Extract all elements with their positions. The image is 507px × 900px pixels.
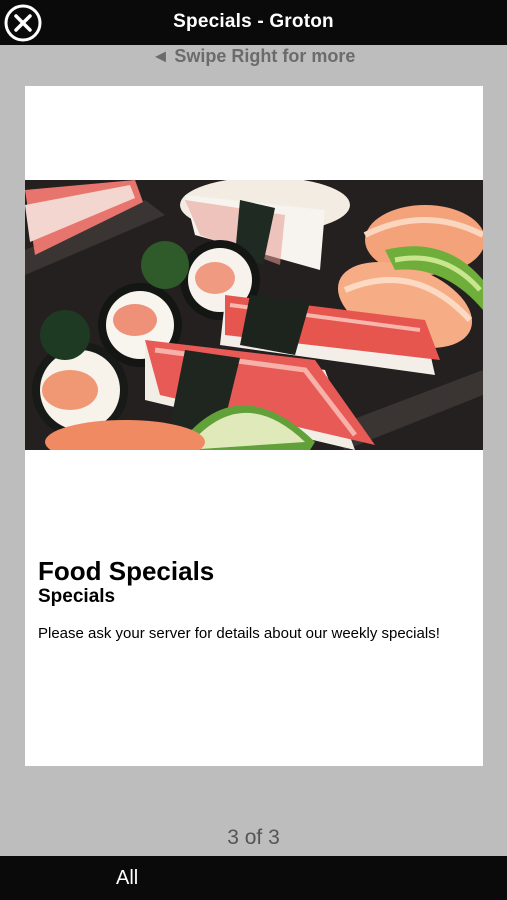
bottom-bar: All (0, 856, 507, 900)
card-description: Please ask your server for details about… (38, 625, 440, 642)
swipe-hint: ◄ Swipe Right for more (151, 46, 356, 66)
sushi-photo (25, 180, 483, 450)
top-bar: Specials - Groton (0, 0, 507, 45)
all-tab[interactable]: All (116, 867, 138, 890)
card-title: Food Specials (38, 556, 215, 586)
page-indicator: 3 of 3 (227, 826, 280, 849)
page-title: Specials - Groton (173, 11, 334, 32)
special-card[interactable]: Food Specials Specials Please ask your s… (25, 86, 483, 766)
card-subtitle: Specials (38, 586, 116, 607)
